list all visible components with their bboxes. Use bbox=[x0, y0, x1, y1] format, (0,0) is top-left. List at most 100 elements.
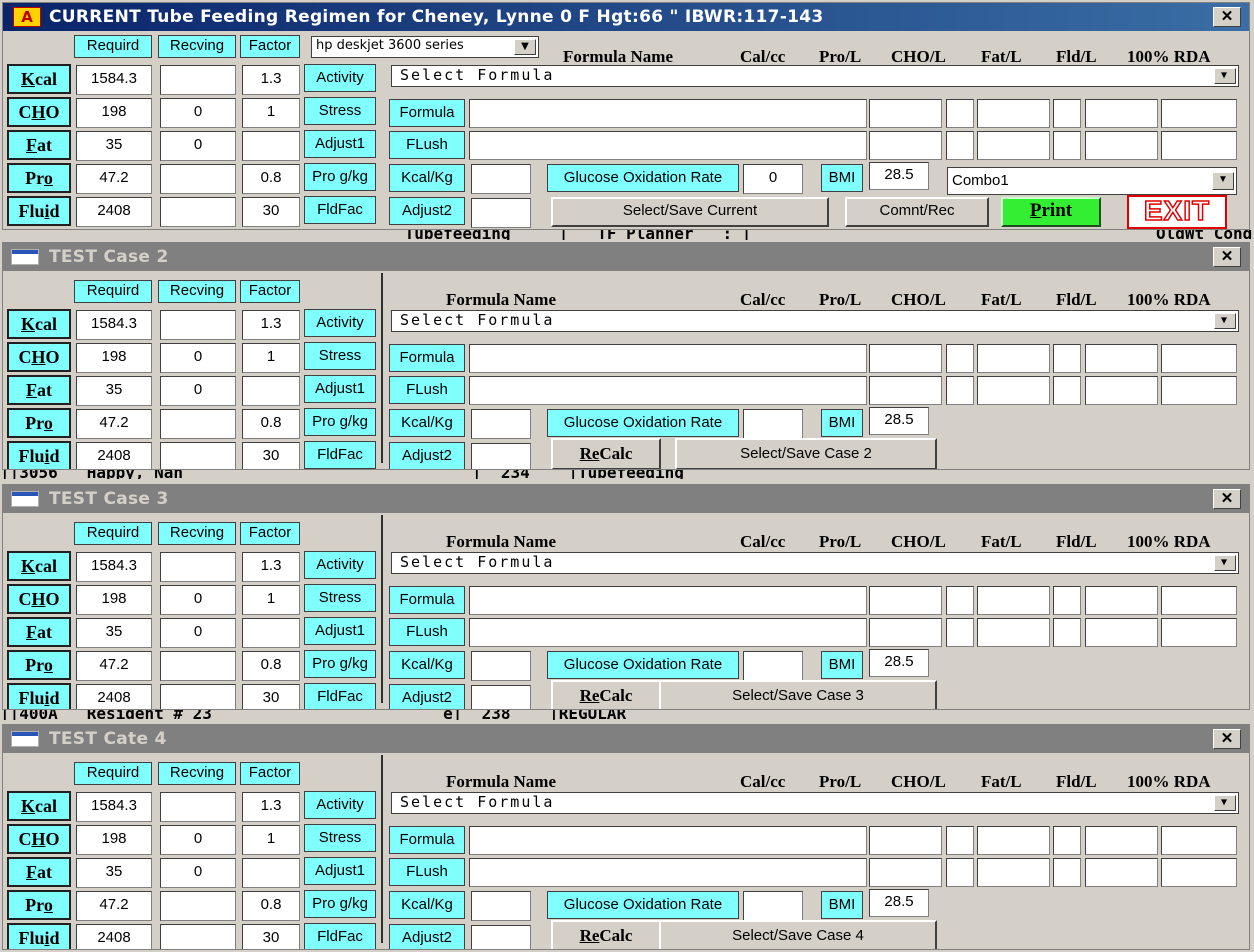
print-button[interactable]: Print bbox=[1001, 197, 1101, 227]
fluid-required-field[interactable]: 2408 bbox=[76, 197, 152, 227]
fat-factor-field[interactable] bbox=[242, 131, 300, 161]
kcal-factor-field[interactable]: 1.3 bbox=[242, 65, 300, 95]
formula-value-field-2[interactable] bbox=[946, 99, 974, 128]
formula-value-field-6[interactable] bbox=[1161, 586, 1237, 615]
adjust2-field[interactable] bbox=[471, 925, 531, 949]
flush-value-field-5[interactable] bbox=[1085, 376, 1158, 405]
fat-required-field[interactable]: 35 bbox=[76, 376, 152, 406]
flush-value-field-5[interactable] bbox=[1085, 858, 1158, 887]
pro-factor-field[interactable]: 0.8 bbox=[242, 409, 300, 439]
recalc-button[interactable]: ReCalc bbox=[551, 920, 661, 949]
select-save-case-button[interactable]: Select/Save Case 3 bbox=[659, 680, 937, 709]
fluid-receiving-field[interactable] bbox=[160, 197, 236, 227]
glucose-oxidation-field[interactable] bbox=[743, 409, 803, 439]
flush-value-field-3[interactable] bbox=[977, 376, 1050, 405]
pro-required-field[interactable]: 47.2 bbox=[76, 164, 152, 194]
formula-value-field-5[interactable] bbox=[1085, 586, 1158, 615]
fat-receiving-field[interactable]: 0 bbox=[160, 376, 236, 406]
fluid-receiving-field[interactable] bbox=[160, 684, 236, 709]
formula-value-field-4[interactable] bbox=[1053, 99, 1081, 128]
recalc-button[interactable]: ReCalc bbox=[551, 680, 661, 709]
formula-name-field[interactable] bbox=[469, 99, 867, 128]
flush-value-field-3[interactable] bbox=[977, 131, 1050, 160]
chevron-down-icon[interactable]: ▼ bbox=[1214, 795, 1236, 811]
kcal-factor-field[interactable]: 1.3 bbox=[242, 310, 300, 340]
fat-factor-field[interactable] bbox=[242, 618, 300, 648]
flush-name-field[interactable] bbox=[469, 131, 867, 160]
formula-value-field-1[interactable] bbox=[869, 344, 942, 373]
cho-factor-field[interactable]: 1 bbox=[242, 98, 300, 128]
adjust2-field[interactable] bbox=[471, 443, 531, 469]
fat-factor-field[interactable] bbox=[242, 858, 300, 888]
fluid-factor-field[interactable]: 30 bbox=[242, 197, 300, 227]
kcal-factor-field[interactable]: 1.3 bbox=[242, 792, 300, 822]
flush-value-field-6[interactable] bbox=[1161, 858, 1237, 887]
flush-name-field[interactable] bbox=[469, 858, 867, 887]
select-save-case-button[interactable]: Select/Save Case 4 bbox=[659, 920, 937, 949]
kcal-receiving-field[interactable] bbox=[160, 792, 236, 822]
formula-value-field-2[interactable] bbox=[946, 586, 974, 615]
bmi-field[interactable]: 28.5 bbox=[869, 889, 929, 917]
chevron-down-icon[interactable]: ▼ bbox=[514, 39, 536, 55]
flush-value-field-4[interactable] bbox=[1053, 858, 1081, 887]
formula-value-field-3[interactable] bbox=[977, 826, 1050, 855]
cho-receiving-field[interactable]: 0 bbox=[160, 98, 236, 128]
formula-value-field-1[interactable] bbox=[869, 586, 942, 615]
recalc-button[interactable]: ReCalc bbox=[551, 438, 661, 469]
kcal-required-field[interactable]: 1584.3 bbox=[76, 65, 152, 95]
formula-name-field[interactable] bbox=[469, 344, 867, 373]
formula-value-field-1[interactable] bbox=[869, 99, 942, 128]
fat-required-field[interactable]: 35 bbox=[76, 131, 152, 161]
fluid-required-field[interactable]: 2408 bbox=[76, 924, 152, 949]
bmi-field[interactable]: 28.5 bbox=[869, 407, 929, 435]
formula-value-field-6[interactable] bbox=[1161, 344, 1237, 373]
pro-required-field[interactable]: 47.2 bbox=[76, 409, 152, 439]
fluid-factor-field[interactable]: 30 bbox=[242, 924, 300, 949]
flush-value-field-1[interactable] bbox=[869, 131, 942, 160]
flush-value-field-1[interactable] bbox=[869, 618, 942, 647]
pro-factor-field[interactable]: 0.8 bbox=[242, 164, 300, 194]
close-icon[interactable]: ✕ bbox=[1213, 489, 1241, 509]
fluid-required-field[interactable]: 2408 bbox=[76, 442, 152, 469]
glucose-oxidation-field[interactable] bbox=[743, 651, 803, 681]
formula-value-field-3[interactable] bbox=[977, 99, 1050, 128]
kcal-kg-field[interactable] bbox=[471, 409, 531, 439]
flush-value-field-2[interactable] bbox=[946, 618, 974, 647]
pro-receiving-field[interactable] bbox=[160, 164, 236, 194]
kcal-kg-field[interactable] bbox=[471, 651, 531, 681]
pro-required-field[interactable]: 47.2 bbox=[76, 891, 152, 921]
select-save-current-button[interactable]: Select/Save Current bbox=[551, 197, 829, 227]
formula-select[interactable]: Select Formula ▼ bbox=[391, 792, 1239, 814]
cho-receiving-field[interactable]: 0 bbox=[160, 343, 236, 373]
formula-value-field-5[interactable] bbox=[1085, 99, 1158, 128]
formula-name-field[interactable] bbox=[469, 586, 867, 615]
chevron-down-icon[interactable]: ▼ bbox=[1212, 172, 1234, 190]
formula-value-field-6[interactable] bbox=[1161, 99, 1237, 128]
fluid-receiving-field[interactable] bbox=[160, 924, 236, 949]
kcal-factor-field[interactable]: 1.3 bbox=[242, 552, 300, 582]
close-icon[interactable]: ✕ bbox=[1213, 247, 1241, 267]
fat-factor-field[interactable] bbox=[242, 376, 300, 406]
adjust2-field[interactable] bbox=[471, 685, 531, 709]
bmi-field[interactable]: 28.5 bbox=[869, 162, 929, 190]
formula-select[interactable]: Select Formula ▼ bbox=[391, 310, 1239, 332]
flush-value-field-1[interactable] bbox=[869, 376, 942, 405]
kcal-receiving-field[interactable] bbox=[160, 65, 236, 95]
formula-value-field-4[interactable] bbox=[1053, 586, 1081, 615]
pro-factor-field[interactable]: 0.8 bbox=[242, 891, 300, 921]
flush-name-field[interactable] bbox=[469, 618, 867, 647]
flush-value-field-2[interactable] bbox=[946, 376, 974, 405]
pro-receiving-field[interactable] bbox=[160, 651, 236, 681]
fat-required-field[interactable]: 35 bbox=[76, 858, 152, 888]
flush-value-field-3[interactable] bbox=[977, 858, 1050, 887]
fat-receiving-field[interactable]: 0 bbox=[160, 618, 236, 648]
formula-value-field-4[interactable] bbox=[1053, 826, 1081, 855]
flush-value-field-5[interactable] bbox=[1085, 618, 1158, 647]
formula-value-field-5[interactable] bbox=[1085, 826, 1158, 855]
flush-value-field-1[interactable] bbox=[869, 858, 942, 887]
fat-receiving-field[interactable]: 0 bbox=[160, 131, 236, 161]
kcal-required-field[interactable]: 1584.3 bbox=[76, 310, 152, 340]
chevron-down-icon[interactable]: ▼ bbox=[1214, 555, 1236, 571]
formula-value-field-5[interactable] bbox=[1085, 344, 1158, 373]
printer-select[interactable]: hp deskjet 3600 series ▼ bbox=[311, 36, 539, 58]
